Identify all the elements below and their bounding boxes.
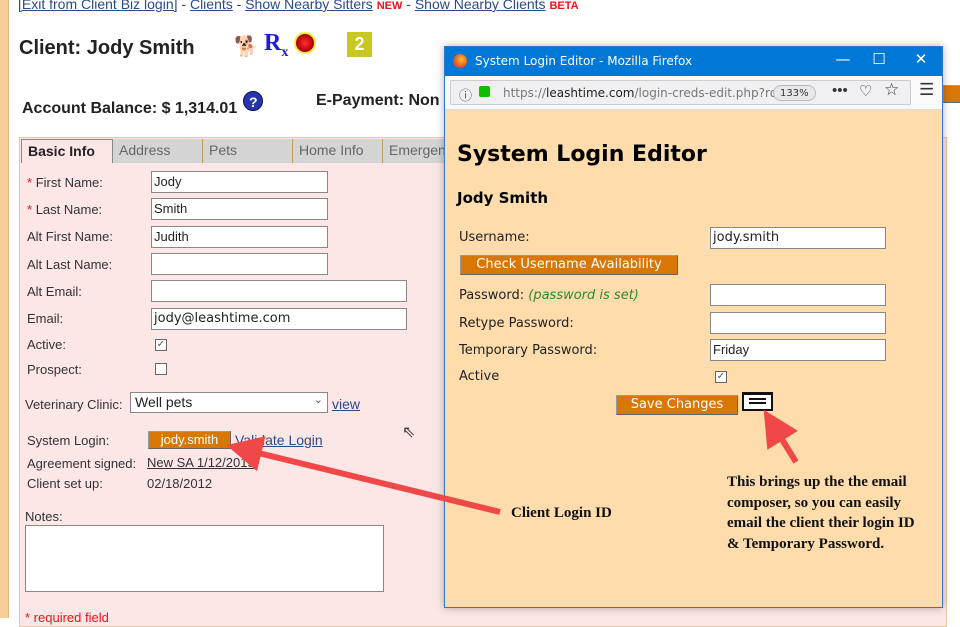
email-icon-arrow	[763, 409, 799, 464]
email-composer-annotation: This brings up the the email composer, s…	[727, 474, 915, 552]
login-id-annotation: Client Login ID	[511, 505, 612, 521]
login-id-arrow	[226, 436, 501, 515]
